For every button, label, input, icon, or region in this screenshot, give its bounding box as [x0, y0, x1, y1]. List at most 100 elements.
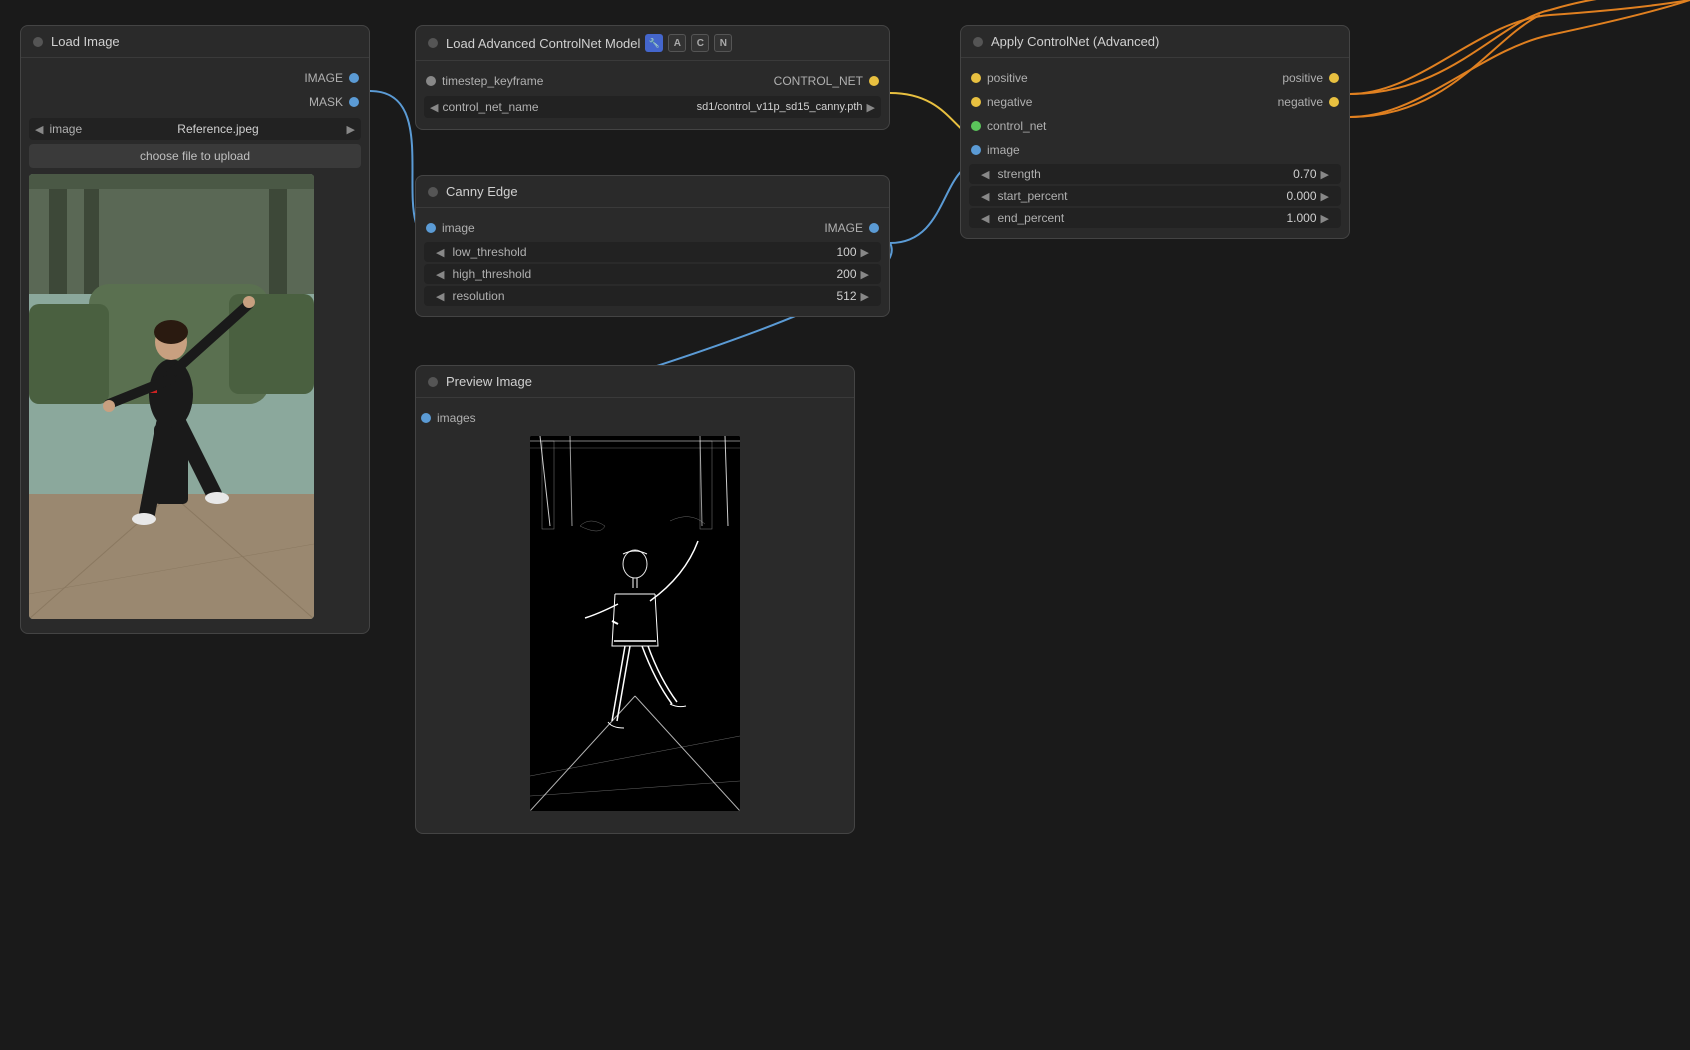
port-canny-image-out-label: IMAGE	[824, 221, 863, 235]
port-image-in-label: image	[987, 143, 1020, 157]
port-control-net-label: CONTROL_NET	[774, 74, 863, 88]
port-row-canny-image: image IMAGE	[416, 216, 889, 240]
start-percent-slider[interactable]: ◀ start_percent 0.000 ▶	[969, 186, 1341, 206]
start-percent-label: start_percent	[993, 189, 1266, 203]
load-controlnet-title-row: Load Advanced ControlNet Model 🔧 A C N	[446, 34, 732, 52]
port-canny-image-in-label: image	[442, 221, 475, 235]
low-threshold-right-arrow[interactable]: ▶	[857, 246, 873, 259]
strength-label: strength	[993, 167, 1266, 181]
load-image-header: Load Image	[21, 26, 369, 58]
upload-button[interactable]: choose file to upload	[29, 144, 361, 168]
preview-image-svg	[29, 174, 314, 619]
apply-controlnet-title: Apply ControlNet (Advanced)	[991, 34, 1159, 49]
high-threshold-right-arrow[interactable]: ▶	[857, 268, 873, 281]
low-threshold-label: low_threshold	[448, 245, 806, 259]
port-image-label: IMAGE	[304, 71, 343, 85]
port-row-image-out: IMAGE	[21, 66, 369, 90]
port-negative-in-dot[interactable]	[971, 97, 981, 107]
port-row-negative: negative negative	[961, 90, 1349, 114]
resolution-slider[interactable]: ◀ resolution 512 ▶	[424, 286, 881, 306]
strength-right-arrow[interactable]: ▶	[1317, 168, 1333, 181]
controlnet-value: sd1/control_v11p_sd15_canny.pth	[542, 101, 866, 113]
port-negative-out-label: negative	[1278, 95, 1323, 109]
port-positive-out-dot[interactable]	[1329, 73, 1339, 83]
image-selector[interactable]: ◀ image Reference.jpeg ▶	[29, 118, 361, 140]
port-mask-dot[interactable]	[349, 97, 359, 107]
low-threshold-value: 100	[807, 245, 857, 259]
port-row-timestep: timestep_keyframe CONTROL_NET	[416, 69, 889, 93]
port-positive-in-dot[interactable]	[971, 73, 981, 83]
port-negative-in-label: negative	[987, 95, 1032, 109]
canny-edge-node: Canny Edge image IMAGE ◀ low_threshold 1…	[415, 175, 890, 317]
port-row-mask-out: MASK	[21, 90, 369, 114]
port-control-net-in-label: control_net	[987, 119, 1046, 133]
strength-slider[interactable]: ◀ strength 0.70 ▶	[969, 164, 1341, 184]
strength-value: 0.70	[1267, 167, 1317, 181]
load-controlnet-header: Load Advanced ControlNet Model 🔧 A C N	[416, 26, 889, 61]
low-threshold-slider[interactable]: ◀ low_threshold 100 ▶	[424, 242, 881, 262]
badge-icon-1: 🔧	[645, 34, 663, 52]
load-image-node: Load Image IMAGE MASK ◀ image Reference.…	[20, 25, 370, 634]
low-threshold-left-arrow[interactable]: ◀	[432, 246, 448, 259]
start-percent-value: 0.000	[1267, 189, 1317, 203]
preview-status-dot	[428, 377, 438, 387]
high-threshold-value: 200	[807, 267, 857, 281]
selector-left-arrow[interactable]: ◀	[35, 123, 43, 136]
port-control-net-dot[interactable]	[869, 76, 879, 86]
load-image-status-dot	[33, 37, 43, 47]
end-percent-right-arrow[interactable]: ▶	[1317, 212, 1333, 225]
image-preview	[29, 174, 314, 619]
resolution-right-arrow[interactable]: ▶	[857, 290, 873, 303]
canny-status-dot	[428, 187, 438, 197]
image-selector-value: Reference.jpeg	[89, 122, 346, 136]
controlnet-label: control_net_name	[442, 100, 542, 114]
canny-title: Canny Edge	[446, 184, 518, 199]
resolution-left-arrow[interactable]: ◀	[432, 290, 448, 303]
port-image-in-dot[interactable]	[971, 145, 981, 155]
canny-preview-svg	[530, 436, 740, 811]
controlnet-name-row[interactable]: ◀ control_net_name sd1/control_v11p_sd15…	[424, 96, 881, 118]
port-canny-image-out-dot[interactable]	[869, 223, 879, 233]
high-threshold-label: high_threshold	[448, 267, 806, 281]
controlnet-left-arrow[interactable]: ◀	[430, 101, 438, 114]
strength-left-arrow[interactable]: ◀	[977, 168, 993, 181]
image-port-label: image	[49, 122, 89, 136]
high-threshold-left-arrow[interactable]: ◀	[432, 268, 448, 281]
high-threshold-slider[interactable]: ◀ high_threshold 200 ▶	[424, 264, 881, 284]
canny-preview-container	[530, 436, 740, 811]
selector-right-arrow[interactable]: ▶	[347, 123, 355, 136]
port-row-image-in: image	[961, 138, 1349, 162]
resolution-label: resolution	[448, 289, 806, 303]
port-positive-out-label: positive	[1282, 71, 1323, 85]
load-controlnet-title: Load Advanced ControlNet Model	[446, 36, 640, 51]
port-preview-images-label: images	[437, 411, 476, 425]
port-timestep-dot[interactable]	[426, 76, 436, 86]
port-positive-in-label: positive	[987, 71, 1028, 85]
end-percent-label: end_percent	[993, 211, 1266, 225]
load-controlnet-node: Load Advanced ControlNet Model 🔧 A C N t…	[415, 25, 890, 130]
port-timestep-label: timestep_keyframe	[442, 74, 543, 88]
resolution-value: 512	[807, 289, 857, 303]
canny-edge-header: Canny Edge	[416, 176, 889, 208]
port-control-net-in-dot[interactable]	[971, 121, 981, 131]
load-controlnet-status-dot	[428, 38, 438, 48]
apply-controlnet-status-dot	[973, 37, 983, 47]
end-percent-left-arrow[interactable]: ◀	[977, 212, 993, 225]
badge-icon-4: N	[714, 34, 732, 52]
port-canny-image-in-dot[interactable]	[426, 223, 436, 233]
end-percent-value: 1.000	[1267, 211, 1317, 225]
port-row-preview-images: images	[416, 406, 854, 430]
start-percent-right-arrow[interactable]: ▶	[1317, 190, 1333, 203]
preview-title: Preview Image	[446, 374, 532, 389]
badge-icon-2: A	[668, 34, 686, 52]
preview-image-node: Preview Image images	[415, 365, 855, 834]
end-percent-slider[interactable]: ◀ end_percent 1.000 ▶	[969, 208, 1341, 228]
controlnet-right-arrow[interactable]: ▶	[867, 101, 875, 114]
port-image-dot[interactable]	[349, 73, 359, 83]
load-image-title: Load Image	[51, 34, 120, 49]
port-mask-label: MASK	[309, 95, 343, 109]
apply-controlnet-node: Apply ControlNet (Advanced) positive pos…	[960, 25, 1350, 239]
port-preview-images-dot[interactable]	[421, 413, 431, 423]
port-negative-out-dot[interactable]	[1329, 97, 1339, 107]
start-percent-left-arrow[interactable]: ◀	[977, 190, 993, 203]
